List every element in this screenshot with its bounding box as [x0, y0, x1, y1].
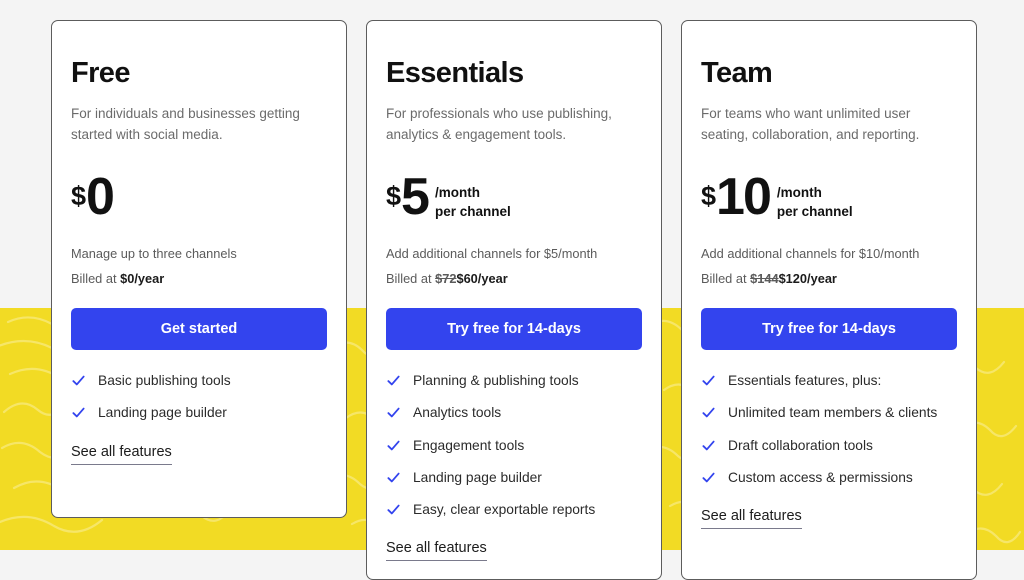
feature-label: Analytics tools	[413, 405, 502, 421]
check-icon	[386, 502, 401, 517]
list-item: Easy, clear exportable reports	[386, 501, 642, 518]
see-all-features-link[interactable]: See all features	[71, 444, 172, 465]
feature-list: Essentials features, plus: Unlimited tea…	[701, 372, 957, 486]
price-period-secondary: per channel	[776, 204, 853, 220]
pricing-card-essentials: Essentials For professionals who use pub…	[366, 20, 662, 580]
feature-label: Engagement tools	[413, 437, 525, 453]
feature-label: Landing page builder	[98, 405, 227, 421]
price-amount: 5	[401, 167, 430, 226]
feature-label: Basic publishing tools	[98, 373, 231, 389]
check-icon	[701, 470, 716, 485]
plan-description: For teams who want unlimited user seatin…	[701, 106, 920, 142]
price-amount: 10	[716, 167, 772, 226]
billing-original-price: $72	[435, 271, 457, 287]
billing-price: $60/year	[456, 271, 508, 287]
cta-button-team[interactable]: Try free for 14-days	[701, 308, 957, 351]
list-item: Essentials features, plus:	[701, 372, 957, 389]
price-period: /month per channel	[777, 174, 853, 222]
billing-label: Billed at	[386, 271, 436, 287]
check-icon	[701, 438, 716, 453]
see-all-features-link[interactable]: See all features	[386, 540, 487, 562]
list-item: Landing page builder	[71, 404, 327, 421]
list-item: Unlimited team members & clients	[701, 404, 957, 421]
price-block: $ 10 /month per channel	[701, 167, 957, 236]
billing-note: Billed at $0/year	[71, 269, 327, 288]
list-item: Landing page builder	[386, 469, 642, 486]
billing-price: $120/year	[778, 271, 837, 287]
feature-label: Unlimited team members & clients	[728, 405, 938, 421]
feature-label: Easy, clear exportable reports	[413, 502, 596, 518]
price-period-primary: /month	[434, 184, 480, 200]
check-icon	[71, 373, 86, 388]
billing-price: $0/year	[120, 271, 165, 287]
currency-symbol: $	[386, 180, 402, 211]
check-icon	[386, 373, 401, 388]
plan-name: Free	[71, 57, 130, 89]
currency-symbol: $	[701, 180, 717, 211]
billing-label: Billed at	[71, 271, 121, 287]
billing-note: Billed at $144$120/year	[701, 269, 957, 288]
price-block: $ 5 /month per channel	[386, 167, 642, 236]
channels-note: Add additional channels for $10/month	[701, 245, 920, 261]
feature-label: Planning & publishing tools	[413, 373, 579, 389]
price-period: /month per channel	[435, 174, 511, 222]
check-icon	[71, 405, 86, 420]
plan-name: Essentials	[386, 57, 524, 89]
pricing-card-free: Free For individuals and businesses gett…	[51, 20, 347, 518]
check-icon	[701, 373, 716, 388]
list-item: Engagement tools	[386, 437, 642, 454]
feature-list: Planning & publishing tools Analytics to…	[386, 372, 642, 518]
plan-name: Team	[701, 57, 773, 89]
channels-note: Manage up to three channels	[71, 245, 237, 261]
see-all-features-link[interactable]: See all features	[701, 508, 802, 530]
plan-description: For professionals who use publishing, an…	[386, 106, 612, 142]
check-icon	[701, 405, 716, 420]
plan-description: For individuals and businesses getting s…	[71, 106, 300, 142]
price-amount: 0	[86, 167, 115, 226]
feature-list: Basic publishing tools Landing page buil…	[71, 372, 327, 421]
pricing-card-team: Team For teams who want unlimited user s…	[681, 20, 977, 580]
check-icon	[386, 405, 401, 420]
channels-note: Add additional channels for $5/month	[386, 245, 598, 261]
price-block: $ 0	[71, 167, 327, 236]
billing-original-price: $144	[750, 271, 779, 287]
billing-note: Billed at $72$60/year	[386, 269, 642, 288]
price-period-secondary: per channel	[434, 204, 511, 220]
billing-label: Billed at	[701, 271, 751, 287]
feature-label: Draft collaboration tools	[728, 437, 873, 453]
feature-label: Essentials features, plus:	[728, 373, 882, 389]
feature-label: Custom access & permissions	[728, 469, 913, 485]
check-icon	[386, 470, 401, 485]
list-item: Analytics tools	[386, 404, 642, 421]
list-item: Basic publishing tools	[71, 372, 327, 389]
list-item: Planning & publishing tools	[386, 372, 642, 389]
pricing-cards-container: Free For individuals and businesses gett…	[0, 0, 1024, 580]
cta-button-essentials[interactable]: Try free for 14-days	[386, 308, 642, 351]
price-period-primary: /month	[776, 184, 822, 200]
list-item: Draft collaboration tools	[701, 437, 957, 454]
check-icon	[386, 438, 401, 453]
feature-label: Landing page builder	[413, 469, 542, 485]
currency-symbol: $	[71, 180, 87, 211]
cta-button-free[interactable]: Get started	[71, 308, 327, 351]
list-item: Custom access & permissions	[701, 469, 957, 486]
